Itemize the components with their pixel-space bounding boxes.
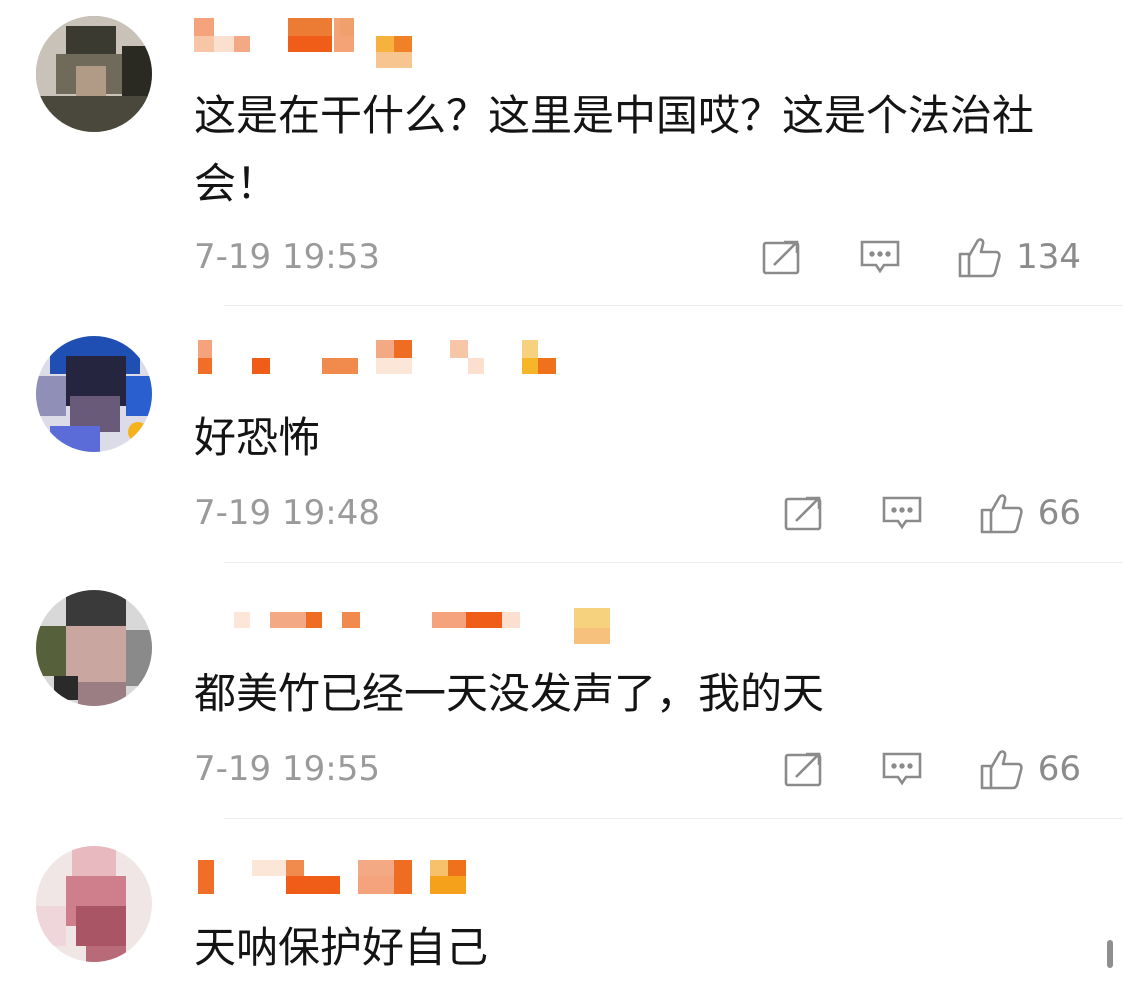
username[interactable] [194,14,614,68]
comment-actions: 66 [726,488,1081,538]
reply-button[interactable] [882,751,922,787]
like-button[interactable]: 66 [980,748,1081,790]
share-button[interactable] [762,239,802,275]
like-count: 66 [1037,493,1081,533]
like-button[interactable]: 134 [958,236,1081,278]
reply-button[interactable] [860,239,900,275]
comment-text: 这是在干什么？这里是中国哎？这是个法治社会！ [194,91,1035,208]
scrollbar[interactable] [1107,940,1113,968]
avatar[interactable] [36,590,152,706]
share-icon [762,240,800,275]
comment-meta: 7-19 19:53 134 [194,232,1081,282]
avatar[interactable] [36,16,152,132]
divider [224,562,1123,563]
username[interactable] [194,590,614,644]
comment-icon [860,240,900,274]
comment-meta: 7-19 19:48 66 [194,488,1081,538]
comment-text: 好恐怖 [194,413,321,462]
share-button[interactable] [784,495,824,531]
username[interactable] [194,336,614,388]
thumbs-up-icon [958,238,1001,278]
comment-text: 都美竹已经一天没发声了，我的天 [194,669,825,718]
thumbs-up-icon [980,750,1023,790]
comment-actions: 66 [726,744,1081,794]
like-count: 134 [1016,237,1081,277]
divider [224,305,1123,306]
thumbs-up-icon [980,494,1023,534]
share-icon [784,752,822,787]
like-count: 66 [1037,749,1081,789]
share-button[interactable] [784,751,824,787]
comment-text: 天呐保护好自己 [194,923,489,972]
comment-time: 7-19 19:53 [194,237,380,277]
avatar[interactable] [36,846,152,962]
like-button[interactable]: 66 [980,492,1081,534]
reply-button[interactable] [882,495,922,531]
comment-time: 7-19 19:55 [194,749,380,789]
share-icon [784,496,822,531]
comment-meta: 7-19 19:55 66 [194,744,1081,794]
divider [224,818,1123,819]
comment-time: 7-19 19:48 [194,493,380,533]
comment-actions: 134 [704,232,1081,282]
avatar[interactable] [36,336,152,452]
username[interactable] [194,846,614,898]
comment-icon [882,752,922,786]
comment-icon [882,496,922,530]
